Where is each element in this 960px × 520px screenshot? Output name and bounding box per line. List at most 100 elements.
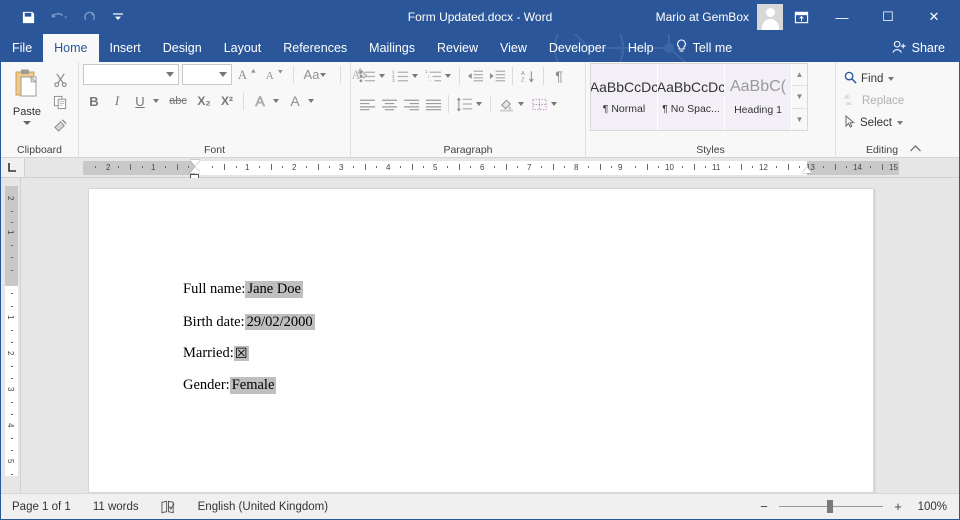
- tab-design[interactable]: Design: [152, 34, 213, 62]
- style-tile-normal[interactable]: AaBbCcDc ¶ Normal: [591, 64, 658, 130]
- vertical-ruler[interactable]: 2 1 1 2 3 4 5: [1, 178, 21, 493]
- change-case-dropdown-icon[interactable]: [320, 72, 327, 77]
- married-checkbox-field[interactable]: ☒: [233, 346, 249, 361]
- birth-date-field-value[interactable]: 29/02/2000: [244, 313, 315, 330]
- document-line-full-name[interactable]: Full name: Jane Doe: [183, 281, 873, 298]
- bullets-dropdown-icon[interactable]: [379, 74, 385, 78]
- italic-button[interactable]: I: [106, 90, 128, 112]
- shading-button[interactable]: [495, 93, 517, 115]
- status-language[interactable]: English (United Kingdom): [187, 501, 339, 513]
- text-effects-dropdown-icon[interactable]: [273, 99, 279, 103]
- document-line-gender[interactable]: Gender: Female: [183, 377, 873, 394]
- right-indent-marker[interactable]: [802, 167, 812, 173]
- maximize-button[interactable]: ☐: [865, 0, 911, 34]
- numbering-dropdown-icon[interactable]: [412, 74, 418, 78]
- select-dropdown-icon[interactable]: [896, 121, 903, 125]
- increase-indent-button[interactable]: [486, 65, 508, 87]
- first-line-indent-marker[interactable]: [190, 160, 200, 166]
- zoom-slider[interactable]: [779, 500, 883, 514]
- style-tile-no-spacing[interactable]: AaBbCcDc ¶ No Spac...: [658, 64, 725, 130]
- status-page-number[interactable]: Page 1 of 1: [1, 501, 82, 513]
- zoom-out-button[interactable]: −: [757, 499, 771, 514]
- document-line-birth-date[interactable]: Birth date: 29/02/2000: [183, 313, 873, 330]
- document-line-married[interactable]: Married: ☒: [183, 346, 873, 361]
- gender-field-value[interactable]: Female: [229, 377, 277, 394]
- borders-dropdown-icon[interactable]: [551, 102, 557, 106]
- hanging-indent-marker[interactable]: [190, 167, 200, 173]
- grow-font-button[interactable]: A: [235, 64, 259, 85]
- paste-dropdown-icon[interactable]: [23, 121, 31, 125]
- superscript-button[interactable]: X²: [216, 90, 238, 112]
- sort-button[interactable]: AZ: [517, 65, 539, 87]
- zoom-level-label[interactable]: 100%: [913, 501, 947, 513]
- underline-button[interactable]: U: [129, 90, 151, 112]
- find-button[interactable]: Find: [836, 68, 898, 90]
- numbering-button[interactable]: 123: [389, 65, 411, 87]
- justify-button[interactable]: [422, 93, 444, 115]
- bullets-button[interactable]: [356, 65, 378, 87]
- ribbon-display-options-icon[interactable]: [783, 2, 819, 32]
- tab-help[interactable]: Help: [617, 34, 665, 62]
- font-name-input[interactable]: [83, 64, 179, 85]
- tab-file[interactable]: File: [1, 34, 43, 62]
- format-painter-icon[interactable]: [49, 115, 71, 135]
- tab-view[interactable]: View: [489, 34, 538, 62]
- strikethrough-button[interactable]: abc: [164, 90, 192, 112]
- tab-insert[interactable]: Insert: [99, 34, 152, 62]
- text-highlight-dropdown-icon[interactable]: [308, 99, 314, 103]
- text-highlight-button[interactable]: A: [284, 90, 306, 112]
- shading-dropdown-icon[interactable]: [518, 102, 524, 106]
- ruler-track[interactable]: 2 1 1 2 3 4 5 6 7 8 9 10 11 12 13 14 15: [25, 158, 959, 180]
- font-name-dropdown-icon[interactable]: [166, 72, 174, 77]
- paste-button[interactable]: Paste: [5, 66, 49, 125]
- styles-scroll-up-icon[interactable]: ▲: [792, 64, 807, 87]
- zoom-slider-thumb[interactable]: [827, 500, 833, 513]
- collapse-ribbon-icon[interactable]: [909, 144, 922, 156]
- share-button[interactable]: Share: [886, 34, 959, 62]
- style-tile-heading-1[interactable]: AaBbC( Heading 1: [725, 64, 792, 130]
- tab-review[interactable]: Review: [426, 34, 489, 62]
- status-word-count[interactable]: 11 words: [82, 501, 150, 513]
- find-dropdown-icon[interactable]: [888, 77, 895, 81]
- shrink-font-button[interactable]: A: [262, 64, 286, 85]
- font-size-input[interactable]: [182, 64, 232, 85]
- copy-icon[interactable]: [49, 92, 71, 112]
- customize-quick-access-icon[interactable]: [105, 5, 131, 29]
- tab-home[interactable]: Home: [43, 34, 99, 62]
- bold-button[interactable]: B: [83, 90, 105, 112]
- underline-dropdown-icon[interactable]: [153, 99, 159, 103]
- styles-more-icon[interactable]: ▼: [792, 109, 807, 130]
- align-left-button[interactable]: [356, 93, 378, 115]
- font-size-dropdown-icon[interactable]: [219, 72, 227, 77]
- undo-icon[interactable]: [43, 5, 75, 29]
- save-icon[interactable]: [15, 5, 41, 29]
- borders-button[interactable]: [528, 93, 550, 115]
- tab-stop-selector[interactable]: [1, 158, 25, 177]
- line-spacing-dropdown-icon[interactable]: [476, 102, 482, 106]
- avatar[interactable]: [757, 4, 783, 30]
- account-area[interactable]: Mario at GemBox — ☐ ✕: [656, 0, 959, 34]
- close-button[interactable]: ✕: [911, 0, 957, 34]
- tab-layout[interactable]: Layout: [213, 34, 273, 62]
- tab-mailings[interactable]: Mailings: [358, 34, 426, 62]
- multilevel-list-dropdown-icon[interactable]: [445, 74, 451, 78]
- line-spacing-button[interactable]: [453, 93, 475, 115]
- align-center-button[interactable]: [378, 93, 400, 115]
- decrease-indent-button[interactable]: [464, 65, 486, 87]
- page-canvas[interactable]: Full name: Jane Doe Birth date: 29/02/20…: [21, 178, 959, 493]
- document-content[interactable]: Full name: Jane Doe Birth date: 29/02/20…: [89, 189, 873, 394]
- zoom-in-button[interactable]: +: [891, 499, 905, 514]
- select-button[interactable]: Select: [836, 112, 907, 134]
- minimize-button[interactable]: —: [819, 0, 865, 34]
- proofing-errors-icon[interactable]: [150, 500, 187, 514]
- document-page[interactable]: Full name: Jane Doe Birth date: 29/02/20…: [88, 188, 874, 493]
- text-effects-button[interactable]: A: [249, 90, 271, 112]
- multilevel-list-button[interactable]: 1i-: [422, 65, 444, 87]
- align-right-button[interactable]: [400, 93, 422, 115]
- cut-icon[interactable]: [49, 69, 71, 89]
- tab-developer[interactable]: Developer: [538, 34, 617, 62]
- change-case-button[interactable]: Aa: [301, 64, 333, 85]
- horizontal-ruler[interactable]: 2 1 1 2 3 4 5 6 7 8 9 10 11 12 13 14 15: [1, 158, 959, 180]
- subscript-button[interactable]: X₂: [193, 90, 215, 112]
- tell-me-box[interactable]: Tell me: [665, 34, 743, 62]
